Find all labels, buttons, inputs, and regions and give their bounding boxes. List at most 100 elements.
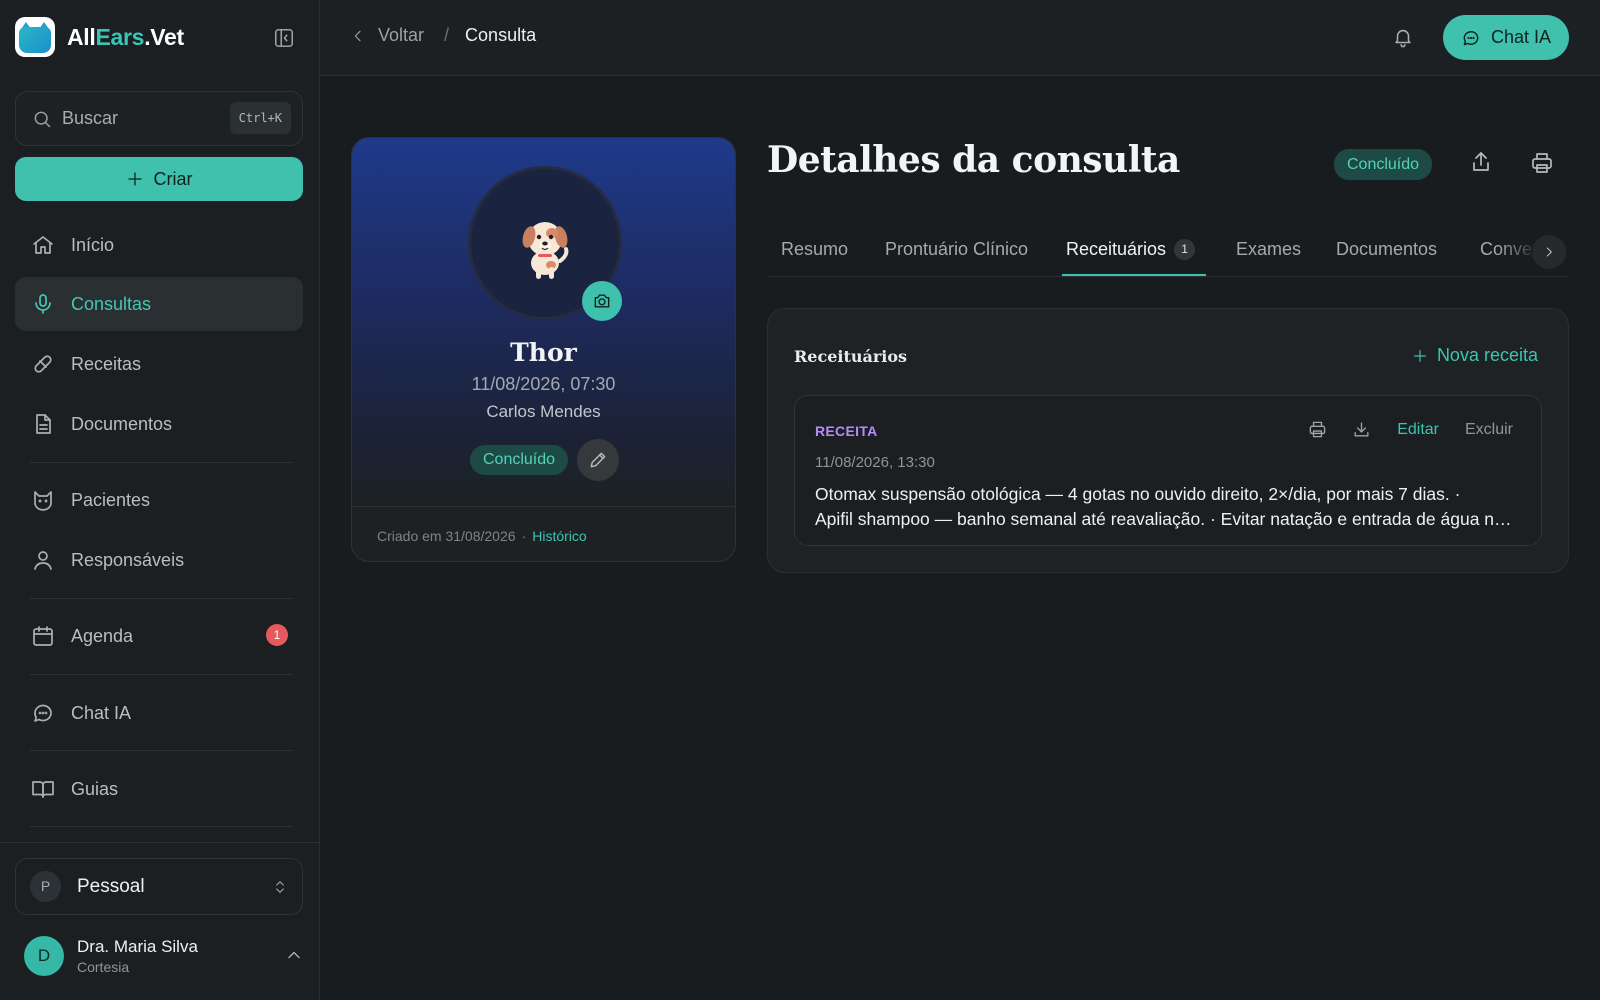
chat-bubble-icon [34,704,52,722]
printer-icon [1309,421,1326,438]
share-button[interactable] [1469,150,1493,174]
sidebar-item-pacientes[interactable]: Pacientes [15,473,303,527]
user-name: Dra. Maria Silva [77,937,198,956]
sidebar-item-documentos[interactable]: Documentos [15,397,303,451]
sidebar-item-label: Início [71,234,115,255]
collapse-sidebar-icon[interactable] [273,27,295,49]
brand[interactable]: AllEars.Vet [15,17,305,57]
tab-receituarios[interactable]: Receituários 1 [1066,239,1196,260]
user-menu[interactable]: D Dra. Maria Silva Cortesia [24,935,304,977]
breadcrumb-current: Consulta [465,25,537,45]
status-badge: Concluído [470,445,569,475]
tab-count-badge: 1 [1174,239,1196,260]
sidebar-item-label: Responsáveis [71,549,185,570]
download-prescription-button[interactable] [1352,420,1371,439]
sidebar-item-responsaveis[interactable]: Responsáveis [15,533,303,587]
agenda-count-badge: 1 [266,624,288,646]
prescription-line: Otomax suspensão otológica — 4 gotas no … [815,484,1461,504]
sidebar-item-label: Agenda [71,625,134,646]
edit-patient-button[interactable] [577,439,619,481]
prescription-actions: Editar Excluir [1308,420,1513,439]
footer-separator: · [521,528,527,544]
consultation-datetime: 11/08/2026, 07:30 [471,374,616,394]
search-input[interactable]: Buscar Ctrl+K [15,91,303,146]
workspace-avatar: P [30,871,61,902]
change-photo-button[interactable] [582,281,622,321]
workspace-name: Pessoal [77,875,145,897]
sidebar-item-label: Receitas [71,353,142,374]
user-icon [34,551,52,570]
chat-ia-label: Chat IA [1490,27,1552,47]
card-footer: Criado em 31/08/2026 · Histórico [352,506,735,561]
delete-prescription-button[interactable]: Excluir [1465,421,1513,439]
prescription-datetime: 11/08/2026, 13:30 [815,454,935,471]
calendar-icon [33,626,53,646]
sidebar-item-guias[interactable]: Guias [15,762,303,816]
sidebar-item-consultas[interactable]: Consultas [15,277,303,331]
prescriptions-panel: Receituários Nova receita RECEITA 11/08/… [767,308,1569,573]
create-label: Criar [153,168,193,189]
sidebar-divider [30,462,293,463]
active-tab-indicator [1062,274,1206,276]
sidebar-item-label: Documentos [71,413,173,434]
owner-name: Carlos Mendes [486,402,601,421]
file-icon [36,414,51,434]
chevron-right-icon [1546,247,1552,257]
sidebar-item-agenda[interactable]: Agenda 1 [15,609,303,663]
sidebar-divider [30,598,293,599]
breadcrumb-separator: / [444,25,450,45]
bell-icon [1395,29,1411,48]
pencil-icon [590,452,606,468]
sidebar-footer-divider [0,842,320,843]
sidebar-divider [30,750,293,751]
print-prescription-button[interactable] [1308,420,1327,439]
microphone-icon [35,294,51,314]
pill-icon [34,355,52,373]
back-label: Voltar [378,25,425,45]
topbar: Voltar / Consulta Chat IA [320,0,1600,76]
download-icon [1354,422,1369,437]
tab-resumo[interactable]: Resumo [781,239,848,260]
plus-icon [1414,349,1426,362]
prescription-type-label: RECEITA [815,423,878,439]
book-icon [32,781,54,798]
sidebar-item-receitas[interactable]: Receitas [15,337,303,391]
dog-icon [522,222,569,279]
chevrons-up-down-icon [276,881,284,893]
print-button[interactable] [1530,151,1554,175]
app-logo [15,17,55,57]
avatar: D [24,936,64,976]
prescription-line: Apifil shampoo — banho semanal até reava… [815,509,1515,529]
prescription-card[interactable]: RECEITA 11/08/2026, 13:30 Otomax suspens… [794,395,1542,546]
tabs-scroll-right-button[interactable] [1532,235,1566,269]
tab-prontuario-clinico[interactable]: Prontuário Clínico [885,239,1028,260]
edit-prescription-button[interactable]: Editar [1397,421,1439,439]
share-icon [1473,152,1489,171]
tab-documentos[interactable]: Documentos [1336,239,1437,260]
chat-ia-button[interactable]: Chat IA [1443,15,1569,60]
page-title: Detalhes da consulta [767,139,1180,181]
chevron-left-icon [354,30,361,41]
tab-exames[interactable]: Exames [1236,239,1301,260]
home-icon [33,236,53,254]
sidebar-item-label: Consultas [71,293,152,314]
history-link[interactable]: Histórico [532,528,586,544]
tab-label: Receituários [1066,239,1167,259]
cat-face-icon [34,491,52,511]
create-button[interactable]: Criar [15,157,303,201]
workspace-switcher[interactable]: P Pessoal [15,858,303,915]
patient-card: Thor 11/08/2026, 07:30 Carlos Mendes Con… [351,137,736,562]
notifications-button[interactable] [1392,25,1414,49]
sidebar-item-inicio[interactable]: Início [15,218,303,272]
created-date: Criado em 31/08/2026 [377,528,516,544]
chevron-up-icon [288,951,300,959]
printer-icon [1532,153,1552,173]
back-link[interactable]: Voltar [350,25,424,46]
status-badge: Concluído [1334,149,1433,180]
sidebar: AllEars.Vet Buscar Ctrl+K Criar Início C… [0,0,320,1000]
breadcrumb: Voltar / Consulta [350,25,536,46]
new-prescription-button[interactable]: Nova receita [1412,345,1538,366]
sidebar-item-label: Chat IA [71,702,132,723]
prescription-text: Otomax suspensão otológica — 4 gotas no … [815,482,1515,532]
sidebar-item-chat-ia[interactable]: Chat IA [15,686,303,740]
